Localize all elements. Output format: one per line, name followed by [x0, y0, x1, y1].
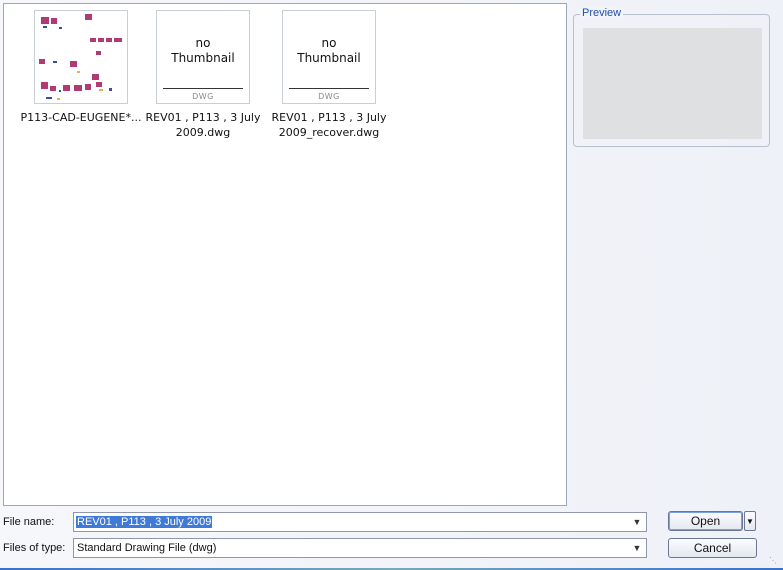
preview-image-area — [583, 28, 762, 139]
open-button[interactable]: Open — [668, 511, 743, 531]
preview-group: Preview — [573, 7, 770, 147]
file-name-label: File name: — [3, 516, 55, 528]
resize-grip-icon[interactable]: ⋱ — [769, 556, 779, 566]
no-thumbnail-placeholder[interactable]: no Thumbnail DWG — [156, 10, 250, 104]
files-of-type-select[interactable]: Standard Drawing File (dwg) ▼ — [73, 538, 647, 558]
file-name-label: REV01 , P113 , 3 July 2009_recover.dwg — [271, 111, 387, 139]
cancel-button[interactable]: Cancel — [668, 538, 757, 558]
divider — [163, 88, 243, 89]
open-options-button[interactable]: ▼ — [744, 511, 756, 531]
files-of-type-value: Standard Drawing File (dwg) — [77, 542, 217, 554]
cad-drawing-thumbnail-icon — [39, 14, 122, 100]
file-browser-pane[interactable]: P113-CAD-EUGENE*... no Thumbnail DWG REV… — [3, 3, 567, 506]
divider — [289, 88, 369, 89]
no-thumbnail-text: no Thumbnail — [297, 36, 361, 65]
dwg-tag: DWG — [192, 92, 214, 101]
file-name-label: REV01 , P113 , 3 July 2009.dwg — [145, 111, 261, 139]
triangle-down-icon: ▼ — [746, 516, 754, 526]
file-name-input[interactable]: REV01 , P113 , 3 July 2009 — [76, 516, 213, 528]
files-of-type-label: Files of type: — [3, 542, 66, 554]
drawing-thumbnail[interactable] — [34, 10, 128, 104]
no-thumbnail-placeholder[interactable]: no Thumbnail DWG — [282, 10, 376, 104]
preview-legend: Preview — [580, 7, 624, 19]
dwg-tag: DWG — [318, 92, 340, 101]
chevron-down-icon[interactable]: ▼ — [629, 514, 645, 530]
file-tile[interactable]: no Thumbnail DWG REV01 , P113 , 3 July 2… — [264, 10, 394, 140]
chevron-down-icon[interactable]: ▼ — [629, 540, 645, 556]
file-name-combobox[interactable]: REV01 , P113 , 3 July 2009 ▼ — [73, 512, 647, 532]
file-name-label: P113-CAD-EUGENE*... — [20, 111, 142, 124]
no-thumbnail-text: no Thumbnail — [171, 36, 235, 65]
open-file-dialog: P113-CAD-EUGENE*... no Thumbnail DWG REV… — [0, 0, 783, 570]
file-tile[interactable]: P113-CAD-EUGENE*... — [16, 10, 146, 125]
file-tile[interactable]: no Thumbnail DWG REV01 , P113 , 3 July 2… — [138, 10, 268, 140]
